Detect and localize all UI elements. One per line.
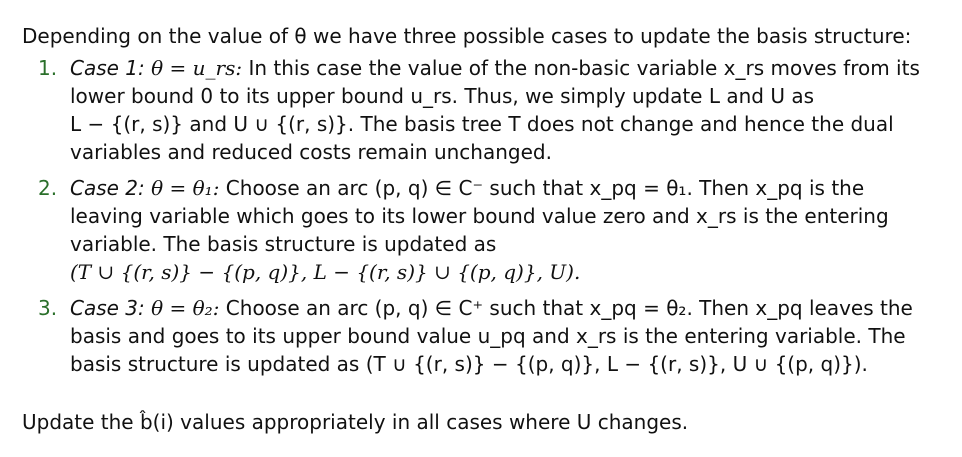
item-text-line: variables and reduced costs remain uncha… [70,140,552,164]
list-item-number: 2. [38,176,58,200]
item-text-line: L − {(r, s)} and U ∪ {(r, s)}. The basis… [70,112,894,136]
case-condition: θ = θ₂: [151,296,220,320]
case-condition: θ = u_rs: [151,56,243,80]
list-item-number: 3. [38,296,58,320]
item-text-line: Choose an arc (p, q) ∈ C⁺ such that x_pq… [225,296,913,320]
document-page: Depending on the value of θ we have thre… [22,22,952,436]
intro-paragraph: Depending on the value of θ we have thre… [22,24,912,48]
item-text-line: In this case the value of the non-basic … [248,56,920,80]
list-item: 3. Case 3: θ = θ₂: Choose an arc (p, q) … [22,294,952,378]
item-text-line: basis and goes to its upper bound value … [70,324,906,348]
item-text-line: (T ∪ {(r, s)} − {(p, q)}, L − {(r, s)} ∪… [70,260,581,284]
closing-paragraph: Update the b̂(i) values appropriately in… [22,410,689,434]
case-label: Case 1: [70,56,145,80]
item-text-line: Choose an arc (p, q) ∈ C⁻ such that x_pq… [225,176,865,200]
case-label: Case 3: [70,296,145,320]
item-text-line: leaving variable which goes to its lower… [70,204,889,228]
item-text-line: lower bound 0 to its upper bound u_rs. T… [70,84,814,108]
list-item-number: 1. [38,56,58,80]
list-item: 2. Case 2: θ = θ₁: Choose an arc (p, q) … [22,174,952,286]
case-condition: θ = θ₁: [151,176,220,200]
case-label: Case 2: [70,176,145,200]
item-text-line: basis structure is updated as (T ∪ {(r, … [70,352,868,376]
item-text-line: variable. The basis structure is updated… [70,232,497,256]
list-item: 1. Case 1: θ = u_rs: In this case the va… [22,54,952,166]
cases-list: 1. Case 1: θ = u_rs: In this case the va… [22,54,952,378]
